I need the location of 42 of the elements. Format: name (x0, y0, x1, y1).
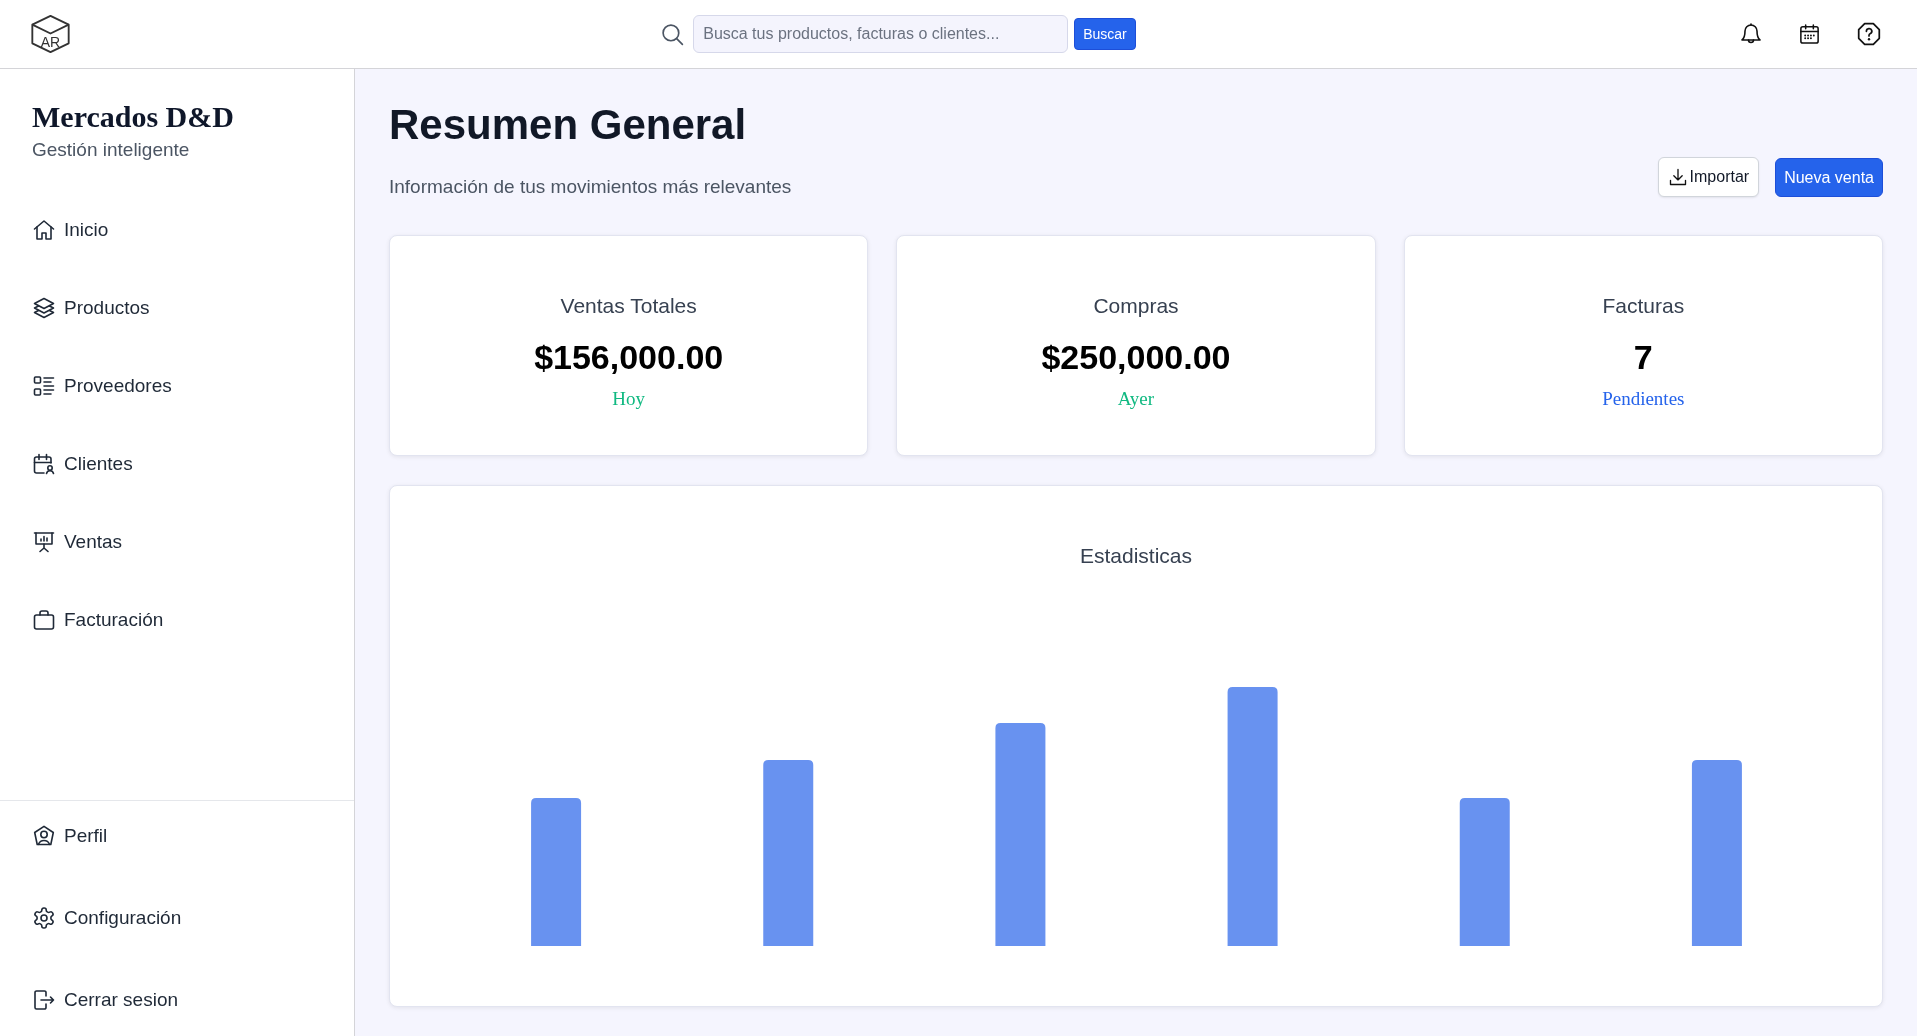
nav-item[interactable]: Proveedores (32, 374, 172, 398)
nav-item[interactable]: Perfil (32, 824, 108, 848)
stat-value: $250,000.00 (1041, 337, 1231, 377)
profile-icon (32, 824, 56, 848)
help-icon[interactable] (1856, 21, 1882, 47)
nav-item[interactable]: Facturación (32, 608, 164, 632)
nav-item[interactable]: Inicio (32, 218, 109, 242)
settings-icon (32, 906, 56, 930)
calendar-icon[interactable] (1798, 22, 1821, 46)
stat-label: Ventas Totales (560, 293, 697, 319)
stat-value: 7 (1633, 337, 1653, 377)
nav-item[interactable]: Configuración (32, 906, 182, 930)
calendar-user-icon (32, 452, 56, 476)
briefcase-icon (32, 608, 56, 632)
logout-icon (32, 988, 56, 1012)
list-icon (32, 374, 56, 398)
nav-item[interactable]: Productos (32, 296, 150, 320)
search-icon (660, 21, 686, 47)
chart-title: Estadisticas (1079, 543, 1192, 569)
brand-name: Mercados D&D (32, 99, 234, 135)
nav-item[interactable]: Ventas (32, 530, 123, 554)
layers-icon (32, 296, 56, 320)
stat-note: Ayer (1117, 387, 1155, 411)
download-icon (1667, 167, 1688, 187)
stat-note: Pendientes (1602, 387, 1685, 411)
stat-note: Hoy (612, 387, 646, 411)
import-button[interactable]: Importar (1657, 157, 1760, 197)
stat-value: $156,000.00 (534, 337, 724, 377)
stat-label: Facturas (1602, 293, 1685, 319)
nav-item[interactable]: Clientes (32, 452, 133, 476)
search-field[interactable]: Busca tus productos, facturas o clientes... (693, 15, 1069, 53)
presentation-board-icon (32, 530, 56, 554)
cube-logo[interactable]: AR (30, 14, 71, 54)
brand-tagline: Gestión inteligente (32, 138, 190, 162)
page-title: Resumen General (389, 100, 747, 150)
nav-item[interactable]: Cerrar sesion (32, 988, 179, 1012)
bell-icon[interactable] (1739, 22, 1763, 46)
search-button[interactable]: Buscar (1074, 18, 1136, 50)
page-subtitle: Información de tus movimientos más relevantes (389, 175, 792, 199)
stat-label: Compras (1093, 293, 1179, 319)
home-icon (32, 218, 56, 242)
new-sale-button[interactable]: Nueva venta (1775, 158, 1883, 197)
